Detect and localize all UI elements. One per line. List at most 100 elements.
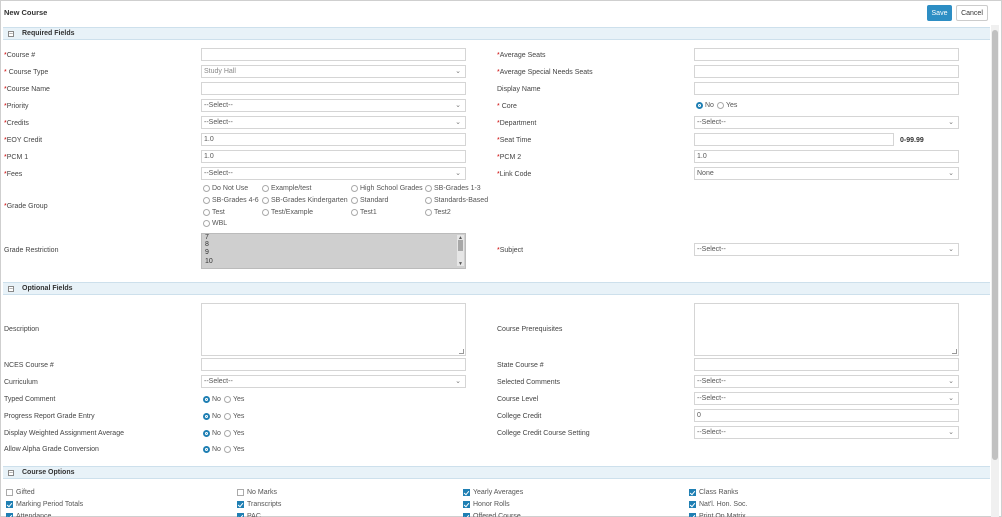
grade-group-radio[interactable] [262, 185, 269, 192]
scroll-down-icon[interactable]: ▼ [458, 261, 463, 267]
grade-group-radio[interactable] [203, 209, 210, 216]
course-option-checkbox[interactable] [689, 501, 696, 508]
grade-group-radio[interactable] [351, 197, 358, 204]
pcm1-input[interactable]: 1.0 [201, 150, 466, 163]
grade-group-radio[interactable] [203, 197, 210, 204]
avg-seats-input[interactable] [694, 48, 959, 61]
typed-comment-yes-radio[interactable] [224, 396, 231, 403]
college-setting-select[interactable]: --Select-- ⌄ [694, 426, 959, 439]
grade-group-radio[interactable] [203, 220, 210, 227]
list-item[interactable]: 9 [205, 249, 209, 256]
radio-label: Yes [233, 396, 245, 403]
priority-select[interactable]: --Select-- ⌄ [201, 99, 466, 112]
list-item[interactable]: 7 [205, 234, 209, 241]
selected-comments-select[interactable]: --Select-- ⌄ [694, 375, 959, 388]
college-setting-label: College Credit Course Setting [497, 430, 590, 437]
course-option-checkbox[interactable] [6, 513, 13, 517]
resize-grip-icon[interactable] [952, 349, 957, 354]
link-code-select[interactable]: None ⌄ [694, 167, 959, 180]
college-credit-label: College Credit [497, 413, 542, 420]
grade-group-radio[interactable] [262, 197, 269, 204]
collapse-icon[interactable]: – [8, 286, 14, 292]
curriculum-select[interactable]: --Select-- ⌄ [201, 375, 466, 388]
grade-group-radio[interactable] [203, 185, 210, 192]
resize-grip-icon[interactable] [459, 349, 464, 354]
prerequisites-textarea[interactable] [694, 303, 959, 356]
course-option-label: Print On Matrix [699, 513, 746, 517]
typed-comment-no-radio[interactable] [203, 396, 210, 403]
title-bar: New Course Save Cancel [0, 0, 1002, 24]
subject-select[interactable]: --Select-- ⌄ [694, 243, 959, 256]
display-name-label: Display Name [497, 86, 541, 93]
eoy-credit-label: *EOY Credit [4, 137, 43, 144]
typed-comment-label: Typed Comment [4, 396, 56, 403]
fees-select[interactable]: --Select-- ⌄ [201, 167, 466, 180]
alpha-grade-label: Allow Alpha Grade Conversion [4, 446, 99, 453]
avg-special-label: *Average Special Needs Seats [497, 69, 593, 76]
course-option-checkbox[interactable] [689, 489, 696, 496]
alpha-grade-yes-radio[interactable] [224, 446, 231, 453]
grade-group-radio[interactable] [425, 197, 432, 204]
course-option-checkbox[interactable] [463, 489, 470, 496]
curriculum-label: Curriculum [4, 379, 38, 386]
listbox-scrollbar-thumb[interactable] [458, 240, 463, 251]
course-option-checkbox[interactable] [6, 501, 13, 508]
grade-group-radio[interactable] [425, 185, 432, 192]
grade-group-option: SB-Grades 4-6 [212, 197, 259, 204]
course-num-label: *Course # [4, 52, 36, 59]
scroll-up-icon[interactable]: ▲ [458, 235, 463, 241]
avg-special-input[interactable] [694, 65, 959, 78]
cancel-button[interactable]: Cancel [956, 5, 988, 21]
list-item[interactable]: 8 [205, 241, 209, 248]
course-option-label: No Marks [247, 489, 277, 496]
college-credit-input[interactable]: 0 [694, 409, 959, 422]
list-item[interactable]: 10 [205, 258, 213, 265]
weighted-avg-no-radio[interactable] [203, 430, 210, 437]
radio-label: No [212, 430, 221, 437]
nces-input[interactable] [201, 358, 466, 371]
collapse-icon[interactable]: – [8, 470, 14, 476]
course-option-checkbox[interactable] [6, 489, 13, 496]
collapse-icon[interactable]: – [8, 31, 14, 37]
eoy-credit-input[interactable]: 1.0 [201, 133, 466, 146]
description-textarea[interactable] [201, 303, 466, 356]
course-level-select[interactable]: --Select-- ⌄ [694, 392, 959, 405]
grade-group-option: High School Grades [360, 185, 423, 192]
course-options-header[interactable]: – Course Options [3, 466, 990, 479]
optional-fields-header[interactable]: – Optional Fields [3, 282, 990, 295]
grade-group-radio[interactable] [351, 185, 358, 192]
save-button[interactable]: Save [927, 5, 952, 21]
alpha-grade-no-radio[interactable] [203, 446, 210, 453]
course-option-checkbox[interactable] [463, 501, 470, 508]
progress-report-yes-radio[interactable] [224, 413, 231, 420]
seat-time-input[interactable] [694, 133, 894, 146]
display-name-input[interactable] [694, 82, 959, 95]
page-scrollbar-thumb[interactable] [992, 30, 998, 460]
grade-group-radio[interactable] [425, 209, 432, 216]
course-option-checkbox[interactable] [237, 489, 244, 496]
course-option-checkbox[interactable] [237, 513, 244, 517]
course-type-select[interactable]: Study Hall ⌄ [201, 65, 466, 78]
core-label: * Core [497, 103, 517, 110]
course-name-input[interactable] [201, 82, 466, 95]
credits-select[interactable]: --Select-- ⌄ [201, 116, 466, 129]
pcm2-input[interactable]: 1.0 [694, 150, 959, 163]
required-fields-header[interactable]: – Required Fields [3, 27, 990, 40]
state-course-input[interactable] [694, 358, 959, 371]
course-option-label: Yearly Averages [473, 489, 524, 496]
prerequisites-label: Course Prerequisites [497, 326, 563, 333]
course-num-input[interactable] [201, 48, 466, 61]
weighted-avg-yes-radio[interactable] [224, 430, 231, 437]
course-option-checkbox[interactable] [463, 513, 470, 517]
grade-group-radio[interactable] [351, 209, 358, 216]
progress-report-no-radio[interactable] [203, 413, 210, 420]
seat-time-hint: 0-99.99 [900, 137, 924, 144]
course-option-checkbox[interactable] [689, 513, 696, 517]
department-select[interactable]: --Select-- ⌄ [694, 116, 959, 129]
core-no-radio[interactable] [696, 102, 703, 109]
course-option-label: Gifted [16, 489, 35, 496]
course-option-checkbox[interactable] [237, 501, 244, 508]
grade-restriction-listbox[interactable]: 7 8 9 10 ▲ ▼ [201, 233, 466, 269]
grade-group-radio[interactable] [262, 209, 269, 216]
core-yes-radio[interactable] [717, 102, 724, 109]
